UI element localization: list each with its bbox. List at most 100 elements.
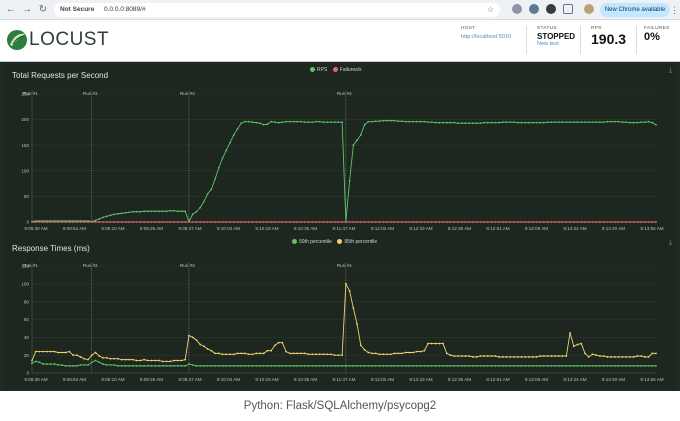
- x-tick-label: 9:12:19 AM: [409, 226, 432, 231]
- data-point: [348, 180, 351, 182]
- data-point: [475, 122, 478, 125]
- data-point: [180, 210, 183, 213]
- data-point: [165, 210, 168, 213]
- data-point: [374, 352, 377, 355]
- data-point: [348, 364, 351, 367]
- data-point: [430, 364, 433, 367]
- data-point: [341, 364, 344, 367]
- data-point: [135, 359, 138, 362]
- data-point: [599, 221, 601, 223]
- data-point: [229, 141, 231, 144]
- url-text[interactable]: 0.0.0.0:8089/#: [104, 3, 146, 17]
- data-point: [195, 364, 198, 367]
- profile-avatar[interactable]: [584, 4, 594, 14]
- data-point: [561, 221, 564, 223]
- data-point: [184, 358, 187, 361]
- host-label: HOST: [461, 26, 476, 31]
- data-point: [236, 221, 239, 223]
- data-point: [472, 221, 474, 223]
- reload-icon[interactable]: ↻: [36, 3, 50, 17]
- run-marker-label: Run #1: [23, 91, 38, 96]
- address-bar[interactable]: Not Secure 0.0.0.0:8089/# ☆: [54, 3, 500, 17]
- data-point: [68, 364, 71, 367]
- new-chrome-available-button[interactable]: New Chrome available: [600, 3, 670, 17]
- data-point: [550, 221, 553, 223]
- data-point: [128, 364, 131, 367]
- x-tick-label: 9:10:19 AM: [255, 377, 278, 382]
- data-point: [348, 221, 351, 223]
- data-point: [595, 221, 598, 223]
- more-menu-icon[interactable]: ⋮: [670, 3, 679, 17]
- data-point: [520, 356, 523, 358]
- data-point: [236, 364, 239, 367]
- data-point: [412, 364, 415, 367]
- data-point: [606, 120, 609, 123]
- x-tick-label: 9:13:40 AM: [602, 226, 625, 231]
- x-tick-label: 9:09:10 AM: [101, 377, 124, 382]
- data-point: [113, 221, 116, 223]
- data-point: [352, 307, 355, 309]
- data-point: [75, 354, 78, 357]
- data-point: [285, 350, 287, 353]
- data-point: [449, 354, 452, 357]
- data-point: [176, 210, 179, 213]
- data-point: [610, 364, 613, 367]
- failures-value: 0%: [644, 31, 660, 43]
- data-point: [408, 120, 411, 123]
- data-point: [247, 221, 250, 223]
- data-point: [442, 364, 444, 367]
- data-point: [389, 364, 392, 367]
- extension-icon[interactable]: [512, 4, 522, 14]
- new-test-link[interactable]: New test: [537, 41, 575, 47]
- data-point: [565, 121, 568, 124]
- x-tick-label: 9:08:54 AM: [63, 226, 86, 231]
- data-point: [117, 221, 119, 223]
- data-point: [288, 221, 291, 223]
- back-icon[interactable]: ←: [4, 3, 18, 17]
- rps-chart-panel: Total Requests per Second ⤓ RPS Failures…: [4, 64, 676, 236]
- data-point: [79, 364, 82, 366]
- locust-logo-icon: [7, 30, 27, 50]
- data-point: [251, 353, 254, 356]
- data-point: [296, 120, 299, 123]
- extension-icon[interactable]: [546, 4, 556, 14]
- data-point: [546, 364, 549, 367]
- data-point: [244, 364, 246, 367]
- data-point: [214, 178, 216, 180]
- extensions-puzzle-icon[interactable]: [563, 4, 573, 14]
- data-point: [311, 221, 314, 223]
- data-point: [57, 364, 60, 366]
- data-point: [565, 221, 568, 223]
- data-point: [42, 221, 45, 223]
- data-point: [146, 364, 149, 367]
- data-point: [146, 221, 149, 223]
- run-marker-label: Run #3: [180, 263, 195, 268]
- data-point: [415, 364, 418, 367]
- data-point: [150, 210, 153, 213]
- data-point: [90, 361, 93, 364]
- data-point: [303, 364, 306, 367]
- data-point: [135, 221, 138, 223]
- bookmark-star-icon[interactable]: ☆: [487, 3, 494, 17]
- y-tick-label: 150: [21, 143, 29, 148]
- data-point: [143, 358, 145, 361]
- data-point: [259, 352, 261, 355]
- data-point: [505, 364, 508, 367]
- data-point: [300, 120, 302, 123]
- data-point: [199, 343, 202, 346]
- data-point: [453, 364, 456, 367]
- data-point: [356, 221, 358, 223]
- data-point: [401, 221, 403, 223]
- data-point: [486, 364, 489, 367]
- data-point: [113, 364, 116, 366]
- forward-icon[interactable]: →: [20, 3, 34, 17]
- data-point: [94, 359, 97, 362]
- x-tick-label: 9:13:08 AM: [525, 226, 548, 231]
- extension-icon[interactable]: [529, 4, 539, 14]
- data-point: [169, 221, 172, 223]
- data-point: [87, 364, 89, 366]
- host-link[interactable]: http://localhost:5010: [461, 34, 511, 40]
- data-point: [330, 221, 332, 223]
- data-point: [217, 166, 220, 169]
- not-secure-label[interactable]: Not Secure: [60, 3, 94, 17]
